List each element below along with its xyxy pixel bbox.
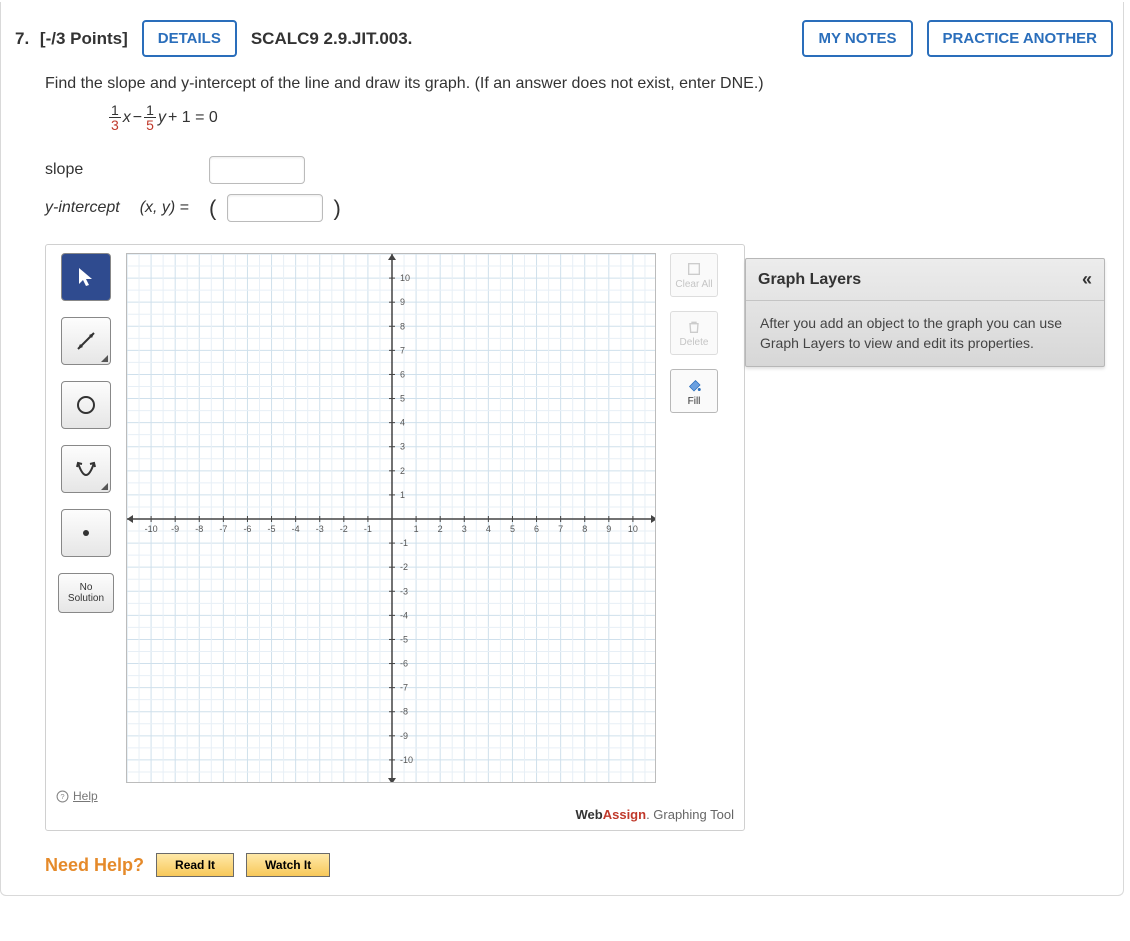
read-it-button[interactable]: Read It: [156, 853, 234, 877]
layers-body: After you add an object to the graph you…: [746, 301, 1104, 366]
tool-no-solution[interactable]: No Solution: [58, 573, 114, 613]
svg-text:-5: -5: [268, 524, 276, 534]
collapse-layers-icon[interactable]: «: [1082, 269, 1092, 290]
svg-text:-10: -10: [400, 755, 413, 765]
parabola-icon: [74, 457, 98, 481]
svg-text:3: 3: [400, 442, 405, 452]
svg-text:-10: -10: [145, 524, 158, 534]
svg-text:3: 3: [462, 524, 467, 534]
svg-text:-4: -4: [400, 610, 408, 620]
slope-label: slope: [45, 156, 140, 184]
watch-it-button[interactable]: Watch It: [246, 853, 330, 877]
tool-parabola[interactable]: [61, 445, 111, 493]
svg-text:2: 2: [438, 524, 443, 534]
delete-button[interactable]: Delete: [670, 311, 718, 355]
circle-icon: [74, 393, 98, 417]
svg-text:7: 7: [558, 524, 563, 534]
tool-pointer[interactable]: [61, 253, 111, 301]
svg-text:-6: -6: [243, 524, 251, 534]
svg-text:9: 9: [400, 297, 405, 307]
svg-text:7: 7: [400, 345, 405, 355]
svg-text:-1: -1: [400, 538, 408, 548]
yint-open: (: [209, 195, 222, 220]
svg-text:-4: -4: [292, 524, 300, 534]
svg-text:2: 2: [400, 466, 405, 476]
svg-text:-3: -3: [400, 586, 408, 596]
svg-text:-3: -3: [316, 524, 324, 534]
question-card: 7. [-/3 Points] DETAILS SCALC9 2.9.JIT.0…: [0, 2, 1124, 896]
trash-icon: [686, 319, 702, 335]
svg-text:-6: -6: [400, 659, 408, 669]
svg-text:-8: -8: [195, 524, 203, 534]
yintercept-input[interactable]: [227, 194, 323, 222]
slope-input[interactable]: [209, 156, 305, 184]
fill-icon: [685, 376, 703, 394]
svg-text:-5: -5: [400, 634, 408, 644]
svg-text:10: 10: [628, 524, 638, 534]
svg-text:-7: -7: [219, 524, 227, 534]
clear-all-button[interactable]: Clear All: [670, 253, 718, 297]
question-number: 7. [-/3 Points]: [15, 29, 128, 49]
svg-text:-9: -9: [400, 731, 408, 741]
svg-text:4: 4: [486, 524, 491, 534]
graph-panel: No Solution -10 -9 -8 -7 -6 -5 -4 -3 -2 -1 1 2 3 4 5 6 7…: [45, 244, 745, 831]
svg-text:5: 5: [510, 524, 515, 534]
yintercept-label: y-intercept: [45, 194, 140, 222]
tool-circle[interactable]: [61, 381, 111, 429]
svg-text:8: 8: [400, 321, 405, 331]
svg-text:8: 8: [582, 524, 587, 534]
graph-layers-panel: Graph Layers « After you add an object t…: [745, 258, 1105, 367]
svg-text:5: 5: [400, 394, 405, 404]
svg-text:-1: -1: [364, 524, 372, 534]
tool-line[interactable]: [61, 317, 111, 365]
svg-text:6: 6: [400, 369, 405, 379]
yint-close: ): [327, 195, 340, 220]
question-id: SCALC9 2.9.JIT.003.: [251, 29, 413, 49]
svg-text:1: 1: [414, 524, 419, 534]
svg-text:-9: -9: [171, 524, 179, 534]
clear-icon: [686, 261, 702, 277]
graph-actions: Clear All Delete Fill: [666, 253, 722, 783]
svg-text:-2: -2: [340, 524, 348, 534]
help-icon: ?: [56, 790, 69, 803]
graph-toolbar: No Solution: [56, 253, 116, 783]
pointer-icon: [74, 265, 98, 289]
question-header: 7. [-/3 Points] DETAILS SCALC9 2.9.JIT.0…: [11, 20, 1113, 57]
graph-canvas[interactable]: -10 -9 -8 -7 -6 -5 -4 -3 -2 -1 1 2 3 4 5 6 7 8 9 10 -10 -9 -8 -…: [126, 253, 656, 783]
svg-text:-2: -2: [400, 562, 408, 572]
tool-point[interactable]: [61, 509, 111, 557]
layers-title: Graph Layers: [758, 271, 861, 289]
svg-text:10: 10: [400, 273, 410, 283]
svg-text:-7: -7: [400, 683, 408, 693]
svg-text:1: 1: [400, 490, 405, 500]
help-link[interactable]: ? Help: [56, 789, 98, 803]
practice-another-button[interactable]: PRACTICE ANOTHER: [927, 20, 1113, 57]
svg-text:4: 4: [400, 418, 405, 428]
branding: WebAssign. Graphing Tool: [56, 807, 734, 822]
need-help-row: Need Help? Read It Watch It: [45, 853, 1079, 877]
point-icon: [74, 521, 98, 545]
svg-text:9: 9: [606, 524, 611, 534]
svg-text:?: ?: [60, 792, 64, 801]
prompt-text: Find the slope and y-intercept of the li…: [45, 75, 1079, 93]
my-notes-button[interactable]: MY NOTES: [802, 20, 912, 57]
details-button[interactable]: DETAILS: [142, 20, 237, 57]
svg-text:6: 6: [534, 524, 539, 534]
fill-button[interactable]: Fill: [670, 369, 718, 413]
need-help-label: Need Help?: [45, 855, 144, 876]
answer-table: slope y-intercept (x, y) = ( ): [45, 146, 361, 232]
line-icon: [74, 329, 98, 353]
svg-text:-8: -8: [400, 707, 408, 717]
equation: 1 3 x − 1 5 y + 1 = 0: [109, 103, 1079, 132]
